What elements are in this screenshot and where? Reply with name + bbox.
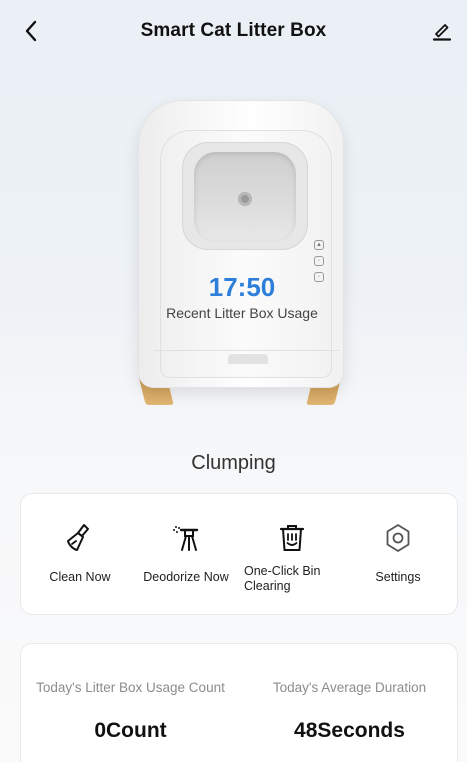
gear-icon	[380, 520, 416, 556]
device-window	[194, 152, 296, 242]
spray-icon	[168, 520, 204, 556]
avg-duration-label: Today's Average Duration	[272, 680, 427, 695]
device-body: ▲ ◦ ◦	[138, 100, 344, 388]
device-button-icon: ▲	[314, 240, 324, 250]
litter-box-illustration: ▲ ◦ ◦ 17:50 Recent Litter Box Usage	[132, 100, 352, 405]
last-usage-caption: Recent Litter Box Usage	[166, 305, 318, 321]
edit-button[interactable]	[427, 16, 457, 46]
bin-clearing-button[interactable]: One-Click Bin Clearing	[241, 494, 343, 614]
clean-now-label: Clean Now	[49, 570, 111, 584]
back-button[interactable]	[16, 16, 46, 46]
settings-label: Settings	[375, 570, 421, 584]
device-sensor	[238, 192, 252, 206]
settings-button[interactable]: Settings	[347, 494, 449, 614]
daily-stats-card: Today's Litter Box Usage Count 0Count To…	[20, 643, 458, 762]
broom-icon	[62, 520, 98, 556]
usage-count-value: 0Count	[94, 719, 167, 742]
chevron-left-icon	[25, 20, 37, 42]
bin-clearing-label: One-Click Bin Clearing	[244, 564, 321, 593]
device-button-icon: ◦	[314, 256, 324, 266]
clean-now-button[interactable]: Clean Now	[29, 494, 131, 614]
avg-duration-value: 48Seconds	[294, 719, 405, 742]
pencil-icon	[432, 24, 452, 41]
top-bar: Smart Cat Litter Box	[0, 0, 467, 62]
deodorize-now-label: Deodorize Now	[143, 570, 229, 584]
usage-count-label: Today's Litter Box Usage Count	[36, 680, 225, 695]
deodorize-now-button[interactable]: Deodorize Now	[135, 494, 237, 614]
device-window-frame	[182, 142, 308, 250]
device-drawer-slot	[228, 354, 268, 364]
avg-duration-stat: Today's Average Duration 48Seconds	[240, 680, 459, 743]
usage-count-stat: Today's Litter Box Usage Count 0Count	[21, 680, 240, 743]
page-title: Smart Cat Litter Box	[140, 20, 327, 41]
quick-actions-card: Clean Now Deodorize Now One-Click Bin Cl…	[20, 493, 458, 615]
last-usage-time: 17:50	[208, 272, 276, 302]
trash-bin-icon	[274, 520, 310, 556]
device-status: Clumping	[191, 452, 276, 474]
